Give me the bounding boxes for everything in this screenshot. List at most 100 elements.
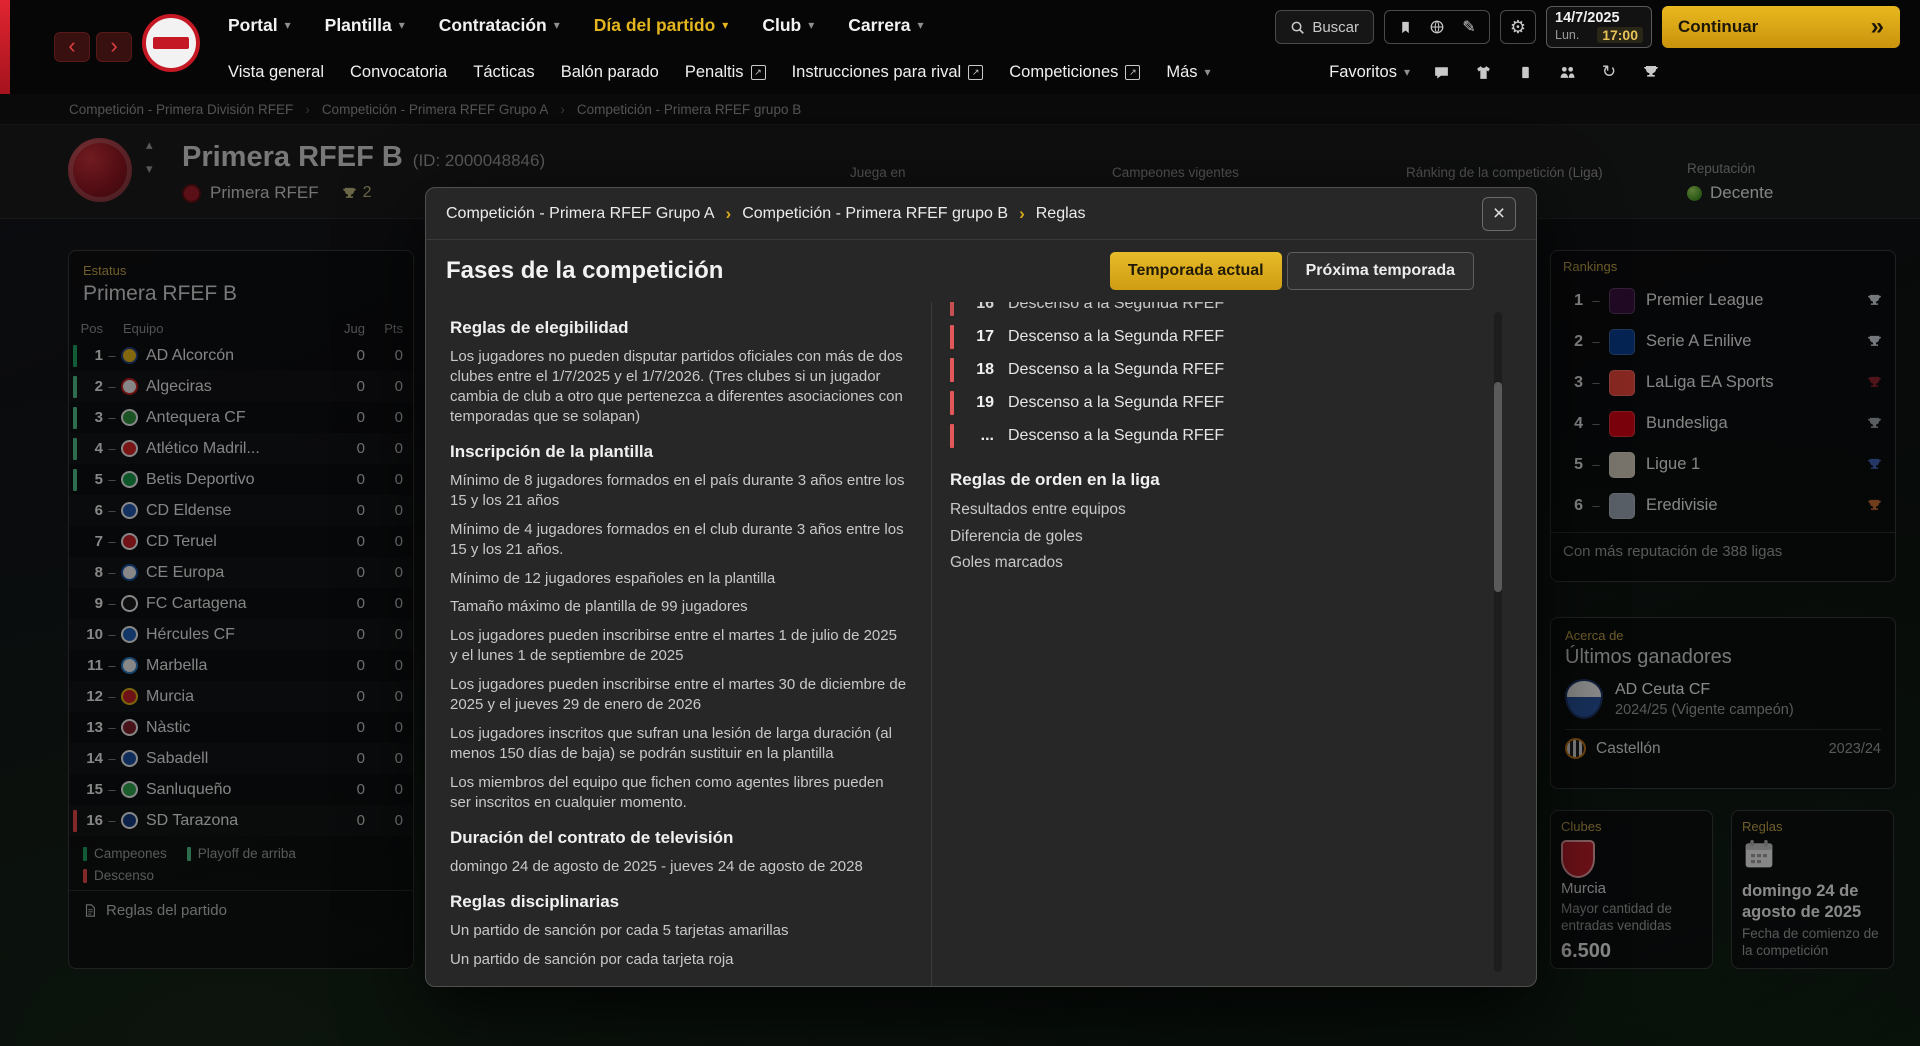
chat-icon[interactable]	[1430, 61, 1452, 83]
close-icon: ×	[1493, 202, 1505, 226]
back-button[interactable]: ‹	[54, 32, 90, 62]
menu-label: Portal	[228, 15, 278, 36]
order-rules-heading: Reglas de orden en la liga	[950, 470, 1466, 490]
rule-text: Un partido de sanción por cada 5 tarjeta…	[450, 921, 907, 941]
edit-pencil-icon[interactable]: ✎	[1455, 13, 1483, 41]
section-paragraphs: Los jugadores no pueden disputar partido…	[450, 347, 907, 427]
chevron-down-icon: ▾	[399, 18, 405, 32]
section-tabs: Vista general Convocatoria Tácticas Baló…	[228, 50, 1211, 94]
tab-instrucciones-rival[interactable]: Instrucciones para rival ↗	[792, 63, 984, 82]
menu-club[interactable]: Club ▾	[762, 15, 814, 36]
tab-mas[interactable]: Más▾	[1166, 63, 1210, 82]
section-paragraphs: domingo 24 de agosto de 2025 - jueves 24…	[450, 857, 907, 877]
order-rules-list: Resultados entre equiposDiferencia de go…	[950, 500, 1466, 574]
rules-section: Reglas disciplinarias Un partido de sanc…	[450, 892, 907, 970]
rules-right-column: 16 Descenso a la Segunda RFEF 17 Descens…	[931, 302, 1536, 986]
tab-convocatoria[interactable]: Convocatoria	[350, 63, 447, 82]
chevron-down-icon: ▾	[1404, 65, 1410, 79]
relegation-text: Descenso a la Segunda RFEF	[1008, 427, 1224, 445]
relegation-text: Descenso a la Segunda RFEF	[1008, 361, 1224, 379]
relegation-row: 18 Descenso a la Segunda RFEF	[950, 353, 1466, 386]
section-heading: Reglas de elegibilidad	[450, 318, 907, 338]
breadcrumb-separator: ›	[726, 204, 732, 224]
menu-portal[interactable]: Portal▾	[228, 15, 291, 36]
menu-label: Contratación	[439, 15, 547, 36]
kit-shirt-icon[interactable]	[1472, 61, 1494, 83]
relegation-text: Descenso a la Segunda RFEF	[1008, 394, 1224, 412]
relegation-row: 19 Descenso a la Segunda RFEF	[950, 386, 1466, 419]
tab-vista-general[interactable]: Vista general	[228, 63, 324, 82]
game-date-display: 14/7/2025 Lun. 17:00	[1546, 6, 1652, 48]
rule-text: domingo 24 de agosto de 2025 - jueves 24…	[450, 857, 907, 877]
trophy-icon[interactable]	[1640, 61, 1662, 83]
relegation-row: ... Descenso a la Segunda RFEF	[950, 419, 1466, 452]
relegation-row-clipped: 16 Descenso a la Segunda RFEF	[950, 302, 1466, 320]
menu-plantilla[interactable]: Plantilla ▾	[325, 15, 405, 36]
order-rule-text: Resultados entre equipos	[950, 500, 1466, 521]
back-icon: ‹	[68, 33, 75, 58]
tab-label: Instrucciones para rival	[792, 63, 962, 82]
tab-label: Balón parado	[561, 63, 659, 82]
globe-icon[interactable]	[1423, 13, 1451, 41]
menu-label: Plantilla	[325, 15, 392, 36]
external-link-icon: ↗	[751, 65, 766, 80]
forward-button[interactable]: ›	[96, 32, 132, 62]
tab-penaltis[interactable]: Penaltis↗	[685, 63, 766, 82]
chevron-down-icon: ▾	[554, 18, 560, 32]
external-link-icon: ↗	[1125, 65, 1140, 80]
favorites-label: Favoritos	[1329, 63, 1397, 82]
refresh-icon[interactable]: ↻	[1598, 61, 1620, 83]
settings-gear-icon[interactable]: ⚙	[1500, 10, 1536, 44]
chevron-down-icon: ▾	[808, 18, 814, 32]
modal-scrollbar-thumb[interactable]	[1494, 382, 1502, 592]
close-button[interactable]: ×	[1482, 197, 1516, 231]
modal-scrollbar-track[interactable]	[1494, 312, 1502, 972]
rule-text: Los jugadores pueden inscribirse entre e…	[450, 675, 907, 715]
rule-text: Mínimo de 4 jugadores formados en el clu…	[450, 520, 907, 560]
search-icon	[1290, 20, 1305, 35]
manager-club-crest[interactable]	[142, 14, 200, 72]
search-input[interactable]: Buscar	[1275, 10, 1374, 44]
rules-section: Reglas de elegibilidad Los jugadores no …	[450, 318, 907, 427]
tab-competiciones[interactable]: Competiciones ↗	[1009, 63, 1140, 82]
favorites-dropdown[interactable]: Favoritos ▾	[1329, 63, 1410, 82]
rule-text: Los miembros del equipo que fichen como …	[450, 773, 907, 813]
people-icon[interactable]	[1556, 61, 1578, 83]
next-season-button[interactable]: Próxima temporada	[1287, 252, 1474, 290]
rule-text: Los jugadores pueden inscribirse entre e…	[450, 626, 907, 666]
position: 18	[968, 361, 994, 379]
main-menu: Portal▾ Plantilla▾ Contratación▾ Día del…	[228, 0, 924, 50]
bookmark-icon[interactable]	[1391, 13, 1419, 41]
tab-balon-parado[interactable]: Balón parado	[561, 63, 659, 82]
tab-tacticas[interactable]: Tácticas	[473, 63, 534, 82]
card-icon[interactable]	[1514, 61, 1536, 83]
menu-dia-del-partido[interactable]: Día del partido▾	[594, 15, 729, 36]
modal-breadcrumb: Competición - Primera RFEF Grupo A › Com…	[446, 204, 1086, 224]
relegation-text: Descenso a la Segunda RFEF	[1008, 328, 1224, 346]
tab-label: Convocatoria	[350, 63, 447, 82]
continue-button[interactable]: Continuar »	[1662, 6, 1900, 48]
subnav-right-controls: Favoritos ▾ ↻	[1329, 50, 1662, 94]
continue-chevron-icon: »	[1871, 13, 1884, 41]
breadcrumb-item[interactable]: Competición - Primera RFEF Grupo A	[446, 205, 715, 223]
rules-left-column: Reglas de elegibilidad Los jugadores no …	[426, 302, 931, 986]
menu-label: Club	[762, 15, 801, 36]
rule-text: Un partido de sanción por cada tarjeta r…	[450, 950, 907, 970]
relegation-zone-bar	[950, 302, 954, 316]
tab-label: Competiciones	[1009, 63, 1118, 82]
position: 19	[968, 394, 994, 412]
modal-content: Reglas de elegibilidad Los jugadores no …	[426, 302, 1536, 986]
rules-section: Duración del contrato de televisión domi…	[450, 828, 907, 877]
breadcrumb-item[interactable]: Competición - Primera RFEF grupo B	[742, 205, 1008, 223]
chevron-down-icon: ▾	[722, 18, 728, 32]
breadcrumb-item[interactable]: Reglas	[1036, 205, 1086, 223]
external-link-icon: ↗	[968, 65, 983, 80]
relegation-rows: 17 Descenso a la Segunda RFEF 18 Descens…	[950, 320, 1466, 452]
menu-carrera[interactable]: Carrera▾	[848, 15, 923, 36]
time-value: 17:00	[1597, 27, 1643, 43]
tab-label: Más	[1166, 63, 1197, 82]
relegation-zone-bar	[950, 391, 954, 415]
section-heading: Reglas disciplinarias	[450, 892, 907, 912]
menu-contratacion[interactable]: Contratación ▾	[439, 15, 560, 36]
current-season-button[interactable]: Temporada actual	[1110, 252, 1282, 290]
